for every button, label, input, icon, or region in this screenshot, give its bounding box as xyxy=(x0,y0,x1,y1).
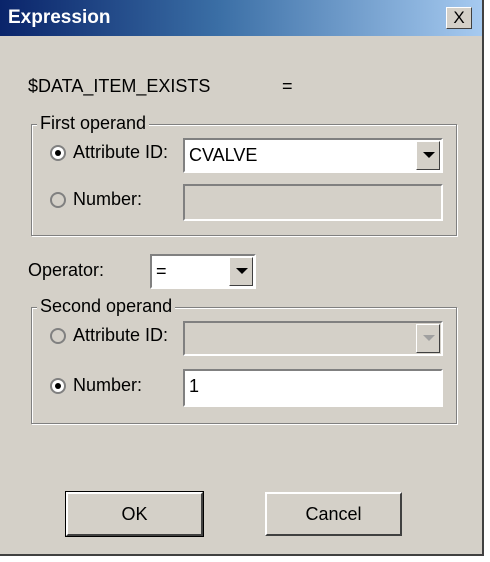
first-attribute-dropdown-button[interactable] xyxy=(416,141,440,170)
first-number-radio[interactable] xyxy=(50,192,66,208)
first-operand-legend: First operand xyxy=(37,113,150,134)
operator-combobox[interactable]: = xyxy=(150,254,256,289)
ok-button[interactable]: OK xyxy=(65,491,204,537)
first-number-field[interactable] xyxy=(183,184,443,221)
cancel-button[interactable]: Cancel xyxy=(265,492,402,536)
second-attribute-dropdown-button[interactable] xyxy=(416,324,440,353)
second-number-value: 1 xyxy=(189,376,200,396)
second-number-radio[interactable] xyxy=(50,378,66,394)
expression-operator: = xyxy=(282,76,293,96)
expression-dialog: Expression X $DATA_ITEM_EXISTS = First o… xyxy=(0,0,484,556)
expression-name: $DATA_ITEM_EXISTS xyxy=(28,76,211,96)
window-title: Expression xyxy=(8,7,111,28)
second-number-label: Number: xyxy=(73,375,143,395)
chevron-down-icon xyxy=(423,335,435,341)
operator-label: Operator: xyxy=(28,260,105,280)
chevron-down-icon xyxy=(423,152,435,158)
second-operand-legend: Second operand xyxy=(37,296,176,317)
second-attribute-label: Attribute ID: xyxy=(73,325,169,345)
radio-selected-dot xyxy=(55,150,61,156)
close-icon: X xyxy=(453,8,465,27)
first-attribute-value: CVALVE xyxy=(189,145,258,165)
first-attribute-label: Attribute ID: xyxy=(73,142,169,162)
title-bar[interactable]: Expression X xyxy=(0,0,482,36)
close-button[interactable]: X xyxy=(446,7,472,29)
first-number-label: Number: xyxy=(73,189,143,209)
operator-value: = xyxy=(156,261,167,281)
first-attribute-radio[interactable] xyxy=(50,145,66,161)
operator-dropdown-button[interactable] xyxy=(229,257,253,286)
first-attribute-combobox[interactable]: CVALVE xyxy=(183,138,443,173)
second-number-field[interactable]: 1 xyxy=(183,369,443,407)
second-attribute-radio[interactable] xyxy=(50,328,66,344)
chevron-down-icon xyxy=(236,268,248,274)
second-attribute-combobox[interactable] xyxy=(183,321,443,356)
radio-selected-dot xyxy=(55,383,61,389)
